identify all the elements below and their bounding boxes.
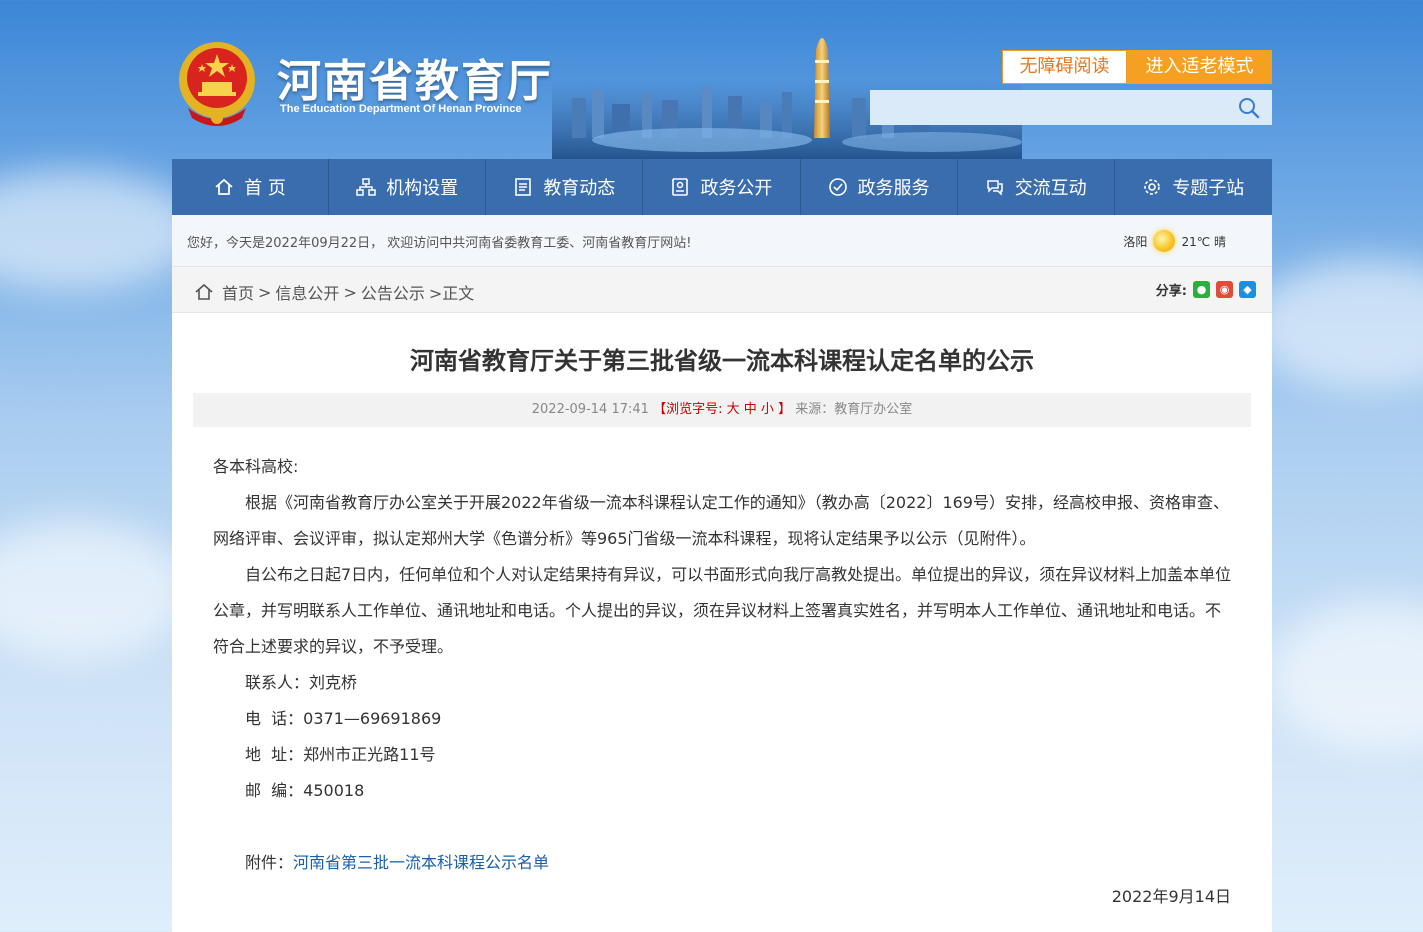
nav-label: 机构设置 <box>386 178 459 199</box>
nav-label: 教育动态 <box>543 178 616 199</box>
welcome-text: 您好，今天是2022年09月22日， 欢迎访问中共河南省委教育工委、河南省教育厅… <box>187 236 692 251</box>
nav-label: 首 页 <box>244 178 286 199</box>
article-source: 来源：教育厅办公室 <box>795 402 913 417</box>
info-bar: 您好，今天是2022年09月22日， 欢迎访问中共河南省委教育工委、河南省教育厅… <box>172 215 1272 267</box>
search-box <box>870 90 1272 125</box>
service-icon <box>828 178 847 196</box>
news-icon <box>515 178 532 196</box>
article-body: 各本科高校: 根据《河南省教育厅办公室关于开展2022年省级一流本科课程认定工作… <box>213 449 1233 881</box>
interact-icon <box>986 180 1003 196</box>
nav-label: 专题子站 <box>1172 178 1245 199</box>
site-subtitle: The Education Department Of Henan Provin… <box>280 103 522 115</box>
nav-item-home[interactable]: 首 页 <box>172 159 330 215</box>
breadcrumb-info-open[interactable]: 信息公开 <box>275 280 339 304</box>
national-emblem-icon <box>179 42 255 126</box>
cloud-decoration <box>0 170 200 290</box>
home-icon <box>195 283 213 300</box>
breadcrumb-separator: > <box>343 282 357 302</box>
salutation: 各本科高校: <box>213 457 299 476</box>
weather-city: 洛阳 <box>1123 234 1148 249</box>
nav-label: 交流互动 <box>1014 178 1087 199</box>
nav-item-topics[interactable]: 专题子站 <box>1115 159 1272 215</box>
org-icon <box>356 178 376 196</box>
nav-item-gov-info[interactable]: 政务公开 <box>643 159 801 215</box>
cloud-decoration <box>1250 260 1423 390</box>
article-container: 首页 > 信息公开 > 公告公示 >正文 分享: ● ◉ ◆ 河南省教育厅关于第… <box>172 267 1272 932</box>
gear-icon <box>1144 179 1161 195</box>
site-header: 河南省教育厅 The Education Department Of Henan… <box>172 0 1272 159</box>
sign-date: 2022年9月14日 <box>1111 887 1231 906</box>
nav-item-gov-service[interactable]: 政务服务 <box>801 159 958 215</box>
nav-label: 政务公开 <box>700 178 773 199</box>
contact-person: 联系人：刘克桥 <box>245 673 358 692</box>
cloud-decoration <box>0 520 190 660</box>
nav-item-interact[interactable]: 交流互动 <box>958 159 1115 215</box>
share-label: 分享: <box>1155 284 1187 299</box>
font-size-label: 【浏览字号: <box>653 402 723 417</box>
publish-date: 2022-09-14 17:41 <box>531 402 649 417</box>
breadcrumb-separator: > <box>258 282 272 302</box>
nav-item-org[interactable]: 机构设置 <box>329 159 487 215</box>
article-title: 河南省教育厅关于第三批省级一流本科课程认定名单的公示 <box>410 347 1034 375</box>
search-icon[interactable] <box>1238 97 1260 119</box>
font-small-button[interactable]: 小 <box>761 402 774 417</box>
breadcrumb-announcements[interactable]: 公告公示 <box>361 280 425 304</box>
font-large-button[interactable]: 大 <box>727 402 740 417</box>
font-medium-button[interactable]: 中 <box>744 402 757 417</box>
home-icon <box>215 178 233 195</box>
nav-label: 政务服务 <box>857 178 930 199</box>
article-meta: 2022-09-14 17:41 【浏览字号: 大 中 小 】 来源：教育厅办公… <box>193 393 1251 427</box>
weather-widget: 洛阳 21℃ 晴 <box>1123 230 1226 252</box>
attachment-line: 附件：河南省第三批一流本科课程公示名单 <box>213 845 1233 881</box>
cloud-decoration <box>1270 600 1423 750</box>
qq-icon[interactable]: ◆ <box>1239 281 1256 298</box>
paragraph: 自公布之日起7日内，任何单位和个人对认定结果持有异议，可以书面形式向我厅高教处提… <box>213 565 1232 656</box>
font-size-close: 】 <box>778 402 792 417</box>
share-bar: 分享: ● ◉ ◆ <box>1156 280 1256 299</box>
nav-item-news[interactable]: 教育动态 <box>486 159 644 215</box>
wechat-icon[interactable]: ● <box>1193 281 1210 298</box>
font-size-control: 【浏览字号: 大 中 小 】 <box>653 402 795 417</box>
weibo-icon[interactable]: ◉ <box>1216 281 1233 298</box>
elder-mode-button[interactable]: 进入适老模式 <box>1127 50 1272 84</box>
contact-phone: 电 话：0371—69691869 <box>245 709 442 728</box>
breadcrumb-bar: 首页 > 信息公开 > 公告公示 >正文 分享: ● ◉ ◆ <box>172 267 1272 313</box>
breadcrumb: 首页 > 信息公开 > 公告公示 >正文 <box>194 280 474 304</box>
contact-address: 地 址：郑州市正光路11号 <box>245 745 436 764</box>
breadcrumb-current: >正文 <box>428 284 475 303</box>
site-title: 河南省教育厅 <box>277 56 553 107</box>
accessible-reading-button[interactable]: 无障碍阅读 <box>1002 50 1127 84</box>
main-nav: 首 页 机构设置 教育动态 政务公开 政务服务 交流互动 专题子站 <box>172 159 1272 215</box>
contact-postcode: 邮 编：450018 <box>245 781 365 800</box>
search-input[interactable] <box>870 90 1230 125</box>
breadcrumb-home[interactable]: 首页 <box>222 280 254 304</box>
sun-icon <box>1153 230 1176 252</box>
attachment-link[interactable]: 河南省第三批一流本科课程公示名单 <box>293 853 549 872</box>
attachment-label: 附件： <box>245 853 294 872</box>
weather-temp: 21℃ 晴 <box>1181 234 1226 249</box>
info-icon <box>672 178 689 196</box>
paragraph: 根据《河南省教育厅办公室关于开展2022年省级一流本科课程认定工作的通知》（教办… <box>213 493 1229 548</box>
